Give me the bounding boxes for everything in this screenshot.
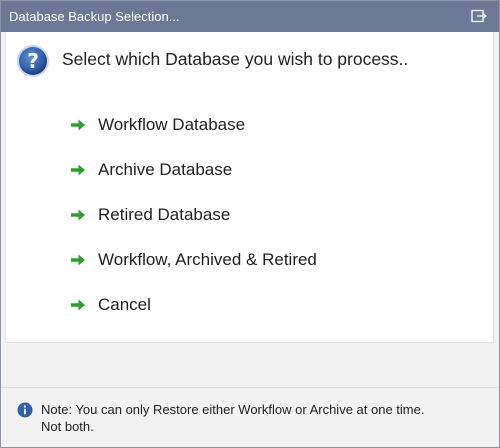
exit-button[interactable] — [469, 7, 489, 25]
option-label: Workflow, Archived & Retired — [98, 250, 317, 269]
option-label: Cancel — [98, 295, 151, 314]
window-title: Database Backup Selection... — [9, 9, 180, 24]
content-panel: ? Select which Database you wish to proc… — [5, 32, 494, 343]
note-text: Note: You can only Restore either Workfl… — [41, 401, 424, 435]
title-bar: Database Backup Selection... — [1, 1, 499, 32]
option-retired-database[interactable]: Retired Database — [70, 202, 370, 228]
option-label: Archive Database — [98, 160, 233, 179]
prompt-heading: Select which Database you wish to proces… — [62, 49, 409, 69]
note-line-1: Note: You can only Restore either Workfl… — [41, 402, 425, 417]
green-arrow-icon — [71, 299, 85, 311]
green-arrow-icon — [71, 209, 85, 221]
option-all-databases[interactable]: Workflow, Archived & Retired — [70, 247, 370, 273]
green-arrow-icon — [71, 119, 85, 131]
svg-text:?: ? — [27, 49, 39, 73]
green-arrow-icon — [71, 254, 85, 266]
green-arrow-icon — [71, 164, 85, 176]
question-icon: ? — [17, 45, 49, 77]
footer-divider — [1, 387, 499, 388]
option-label: Retired Database — [98, 205, 231, 224]
note-line-2: Not both. — [41, 419, 94, 434]
option-label: Workflow Database — [98, 115, 246, 134]
exit-icon — [471, 9, 487, 23]
dialog-window: Database Backup Selection... ? Select wh… — [0, 0, 500, 448]
prompt-row: ? Select which Database you wish to proc… — [16, 44, 476, 78]
option-workflow-database[interactable]: Workflow Database — [70, 112, 370, 138]
option-cancel[interactable]: Cancel — [70, 292, 370, 318]
info-icon — [17, 402, 33, 418]
option-archive-database[interactable]: Archive Database — [70, 157, 370, 183]
